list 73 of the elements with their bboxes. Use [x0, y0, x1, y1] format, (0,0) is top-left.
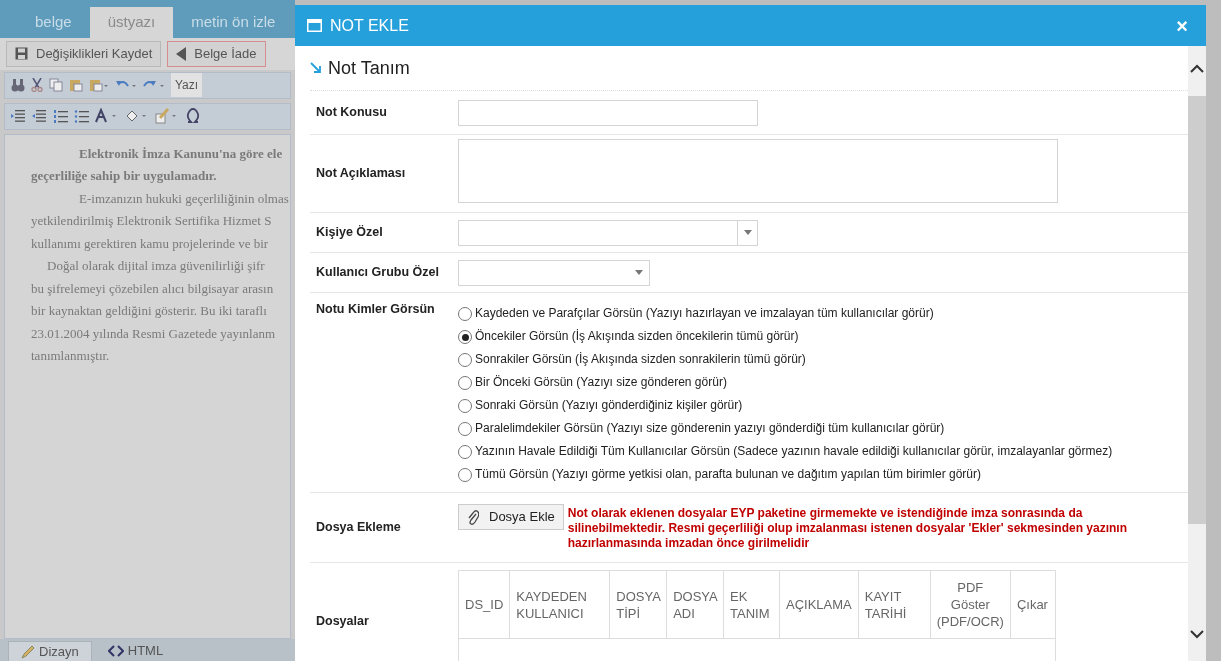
indent-icon[interactable]: [11, 109, 26, 123]
column-header[interactable]: AÇIKLAMA: [779, 570, 859, 639]
radio-option[interactable]: Tümü Görsün (Yazıyı görme yetkisi olan, parafta bulunan ve dağıtım yapılan tüm birimler görür): [458, 467, 1188, 482]
caret-icon: [634, 269, 644, 276]
text-line: yetkilendirilmiş Elektronik Sertifika Hizmet S: [31, 212, 273, 230]
radio-button[interactable]: [458, 376, 472, 390]
field-label: Notu Kimler Görsün: [315, 301, 436, 318]
radio-button[interactable]: [458, 353, 472, 367]
column-header[interactable]: EK TANIM: [723, 570, 780, 639]
column-header[interactable]: DOSYA ADI: [666, 570, 724, 639]
editor-area[interactable]: [4, 133, 291, 639]
radio-option[interactable]: Bir Önceki Görsün (Yazıyı size gönderen görür): [458, 375, 1188, 390]
numbered-list-icon[interactable]: [53, 109, 68, 123]
attach-button[interactable]: Dosya Ekle: [458, 504, 564, 530]
bullet-list-icon[interactable]: [74, 109, 89, 123]
radio-button[interactable]: [458, 399, 472, 413]
radio-button[interactable]: [458, 468, 472, 482]
column-header[interactable]: Çıkar: [1010, 570, 1056, 639]
radio-button[interactable]: [458, 422, 472, 436]
column-header[interactable]: KAYIT TARİHİ: [858, 570, 931, 639]
radio-button[interactable]: [458, 445, 472, 459]
text-line: tanımlanmıştır.: [31, 347, 111, 365]
text-color-icon[interactable]: [95, 108, 119, 124]
text-line: bu şifrelemeyi çözebilen alıcı bilgisayar arasın: [31, 279, 275, 298]
field-label: Kullanıcı Grubu Özel: [315, 264, 440, 282]
radio-option[interactable]: Paralelimdekiler Görsün (Yazıyı size gönderenin yazıyı gönderdiği tüm kullanıcılar görür): [458, 421, 1188, 436]
radio-option[interactable]: Kaydeden ve Parafçılar Görsün (Yazıyı hazırlayan ve imzalayan tüm kullanıcılar görür): [458, 306, 1188, 321]
radio-option[interactable]: Yazının Havale Edildiği Tüm Kullanıcılar Görsün (Sadece yazının havale edildiği kullanıcılar görür, imzalayanlar görmez): [458, 444, 1188, 459]
brush-icon[interactable]: [155, 108, 179, 124]
section-title: Not Tanım: [328, 56, 410, 80]
text-line: Doğal olarak dijital imza güvenilirliği şifr: [46, 257, 266, 275]
save-icon: [15, 47, 28, 61]
paperclip-icon: [467, 508, 479, 525]
column-header[interactable]: PDF Göster (PDF/OCR): [930, 570, 1011, 639]
fill-color-icon[interactable]: [125, 108, 149, 124]
field-label: Not Konusu: [315, 104, 388, 122]
text-line: E-imzanızın hukuki geçerliliğinin olmas: [78, 189, 290, 208]
radio-button[interactable]: [458, 330, 472, 344]
caret-icon: [742, 229, 753, 236]
text-line: 23.01.2004 yılında Resmi Gazetede yayınlanm: [31, 324, 277, 343]
scroll-down-icon[interactable]: [1190, 629, 1204, 639]
left-triangle-icon: [176, 46, 187, 61]
arrow-icon: [310, 62, 322, 74]
field-label: Not Açıklaması: [315, 165, 407, 183]
column-header[interactable]: KAYDEDEN KULLANICI: [509, 570, 610, 639]
pencil-icon: [21, 644, 35, 659]
field-label: Kişiye Özel: [315, 224, 384, 242]
text-field[interactable]: [458, 99, 758, 126]
window-icon: [307, 19, 322, 32]
text-line: kullanımı gerektiren kamu projelerinde ve bir: [31, 234, 270, 253]
radio-option[interactable]: Sonrakiler Görsün (İş Akışında sizden sonrakilerin tümü görür): [458, 352, 1188, 367]
textarea-field[interactable]: [458, 139, 1058, 203]
column-header[interactable]: DOSYA TİPİ: [609, 570, 667, 639]
text-line: geçerliliğe sahip bir uygulamadır.: [31, 167, 218, 185]
field-label: Dosya Ekleme: [315, 519, 402, 537]
text-line: Elektronik İmza Kanunu'na göre ele: [78, 144, 284, 163]
scrollbar[interactable]: [1188, 46, 1206, 661]
text-line: bir kaynaktan geldiğini gösterir. Bu iki taraflı: [31, 302, 268, 320]
radio-button[interactable]: [458, 307, 472, 321]
return-button[interactable]: Belge İade: [167, 41, 266, 67]
column-header[interactable]: DS_ID: [458, 570, 510, 639]
scroll-up-icon[interactable]: [1190, 64, 1204, 74]
save-button[interactable]: Değişiklikleri Kaydet: [6, 41, 162, 67]
dialog-title: NOT EKLE: [330, 15, 409, 36]
radio-option[interactable]: Öncekiler Görsün (İş Akışında sizden öncekilerin tümü görür): [458, 329, 1188, 344]
outdent-icon[interactable]: [32, 109, 47, 123]
radio-option[interactable]: Sonraki Görsün (Yazıyı gönderdiğiniz kişiler görür): [458, 398, 1188, 413]
code-icon: [107, 645, 124, 657]
omega-icon[interactable]: [185, 108, 201, 124]
design-tab[interactable]: Dizayn: [8, 641, 92, 661]
warning-text: Not olarak eklenen dosyalar EYP paketine girmemekte ve istendiğinde imza sonrasında da silinebilmektedir. Resmi geçerliliği olup imzalanması istenen dosyalar 'Ekler' sekmesinden yazının hazırlanmasında imzadan önce girilmelidir: [567, 505, 1128, 551]
field-label: Dosyalar: [315, 613, 370, 630]
html-tab[interactable]: HTML: [95, 641, 176, 661]
